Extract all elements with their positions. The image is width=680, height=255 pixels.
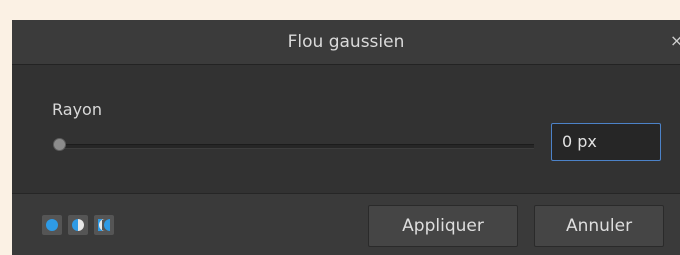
radius-slider-track[interactable] bbox=[58, 144, 534, 149]
gaussian-blur-dialog: Flou gaussien × Rayon 0 px Appliquer Ann… bbox=[12, 20, 680, 255]
radius-value-field[interactable]: 0 px bbox=[551, 123, 661, 161]
dialog-titlebar: Flou gaussien × bbox=[12, 20, 680, 65]
blend-mode-edge-button[interactable] bbox=[94, 215, 114, 235]
blend-mode-half-button[interactable] bbox=[68, 215, 88, 235]
radius-slider-thumb[interactable] bbox=[53, 138, 66, 151]
blend-mode-full-button[interactable] bbox=[42, 215, 62, 235]
dialog-footer: Appliquer Annuler bbox=[12, 193, 680, 255]
radius-label: Rayon bbox=[52, 100, 102, 119]
blend-mode-edge-icon bbox=[98, 219, 110, 231]
apply-button[interactable]: Appliquer bbox=[368, 205, 518, 247]
cancel-button[interactable]: Annuler bbox=[534, 205, 664, 247]
dialog-title: Flou gaussien bbox=[287, 32, 405, 52]
blend-mode-half-icon bbox=[72, 219, 84, 231]
blend-mode-full-icon bbox=[46, 219, 58, 231]
close-icon[interactable]: × bbox=[670, 32, 680, 50]
dialog-body: Rayon 0 px bbox=[12, 65, 680, 193]
